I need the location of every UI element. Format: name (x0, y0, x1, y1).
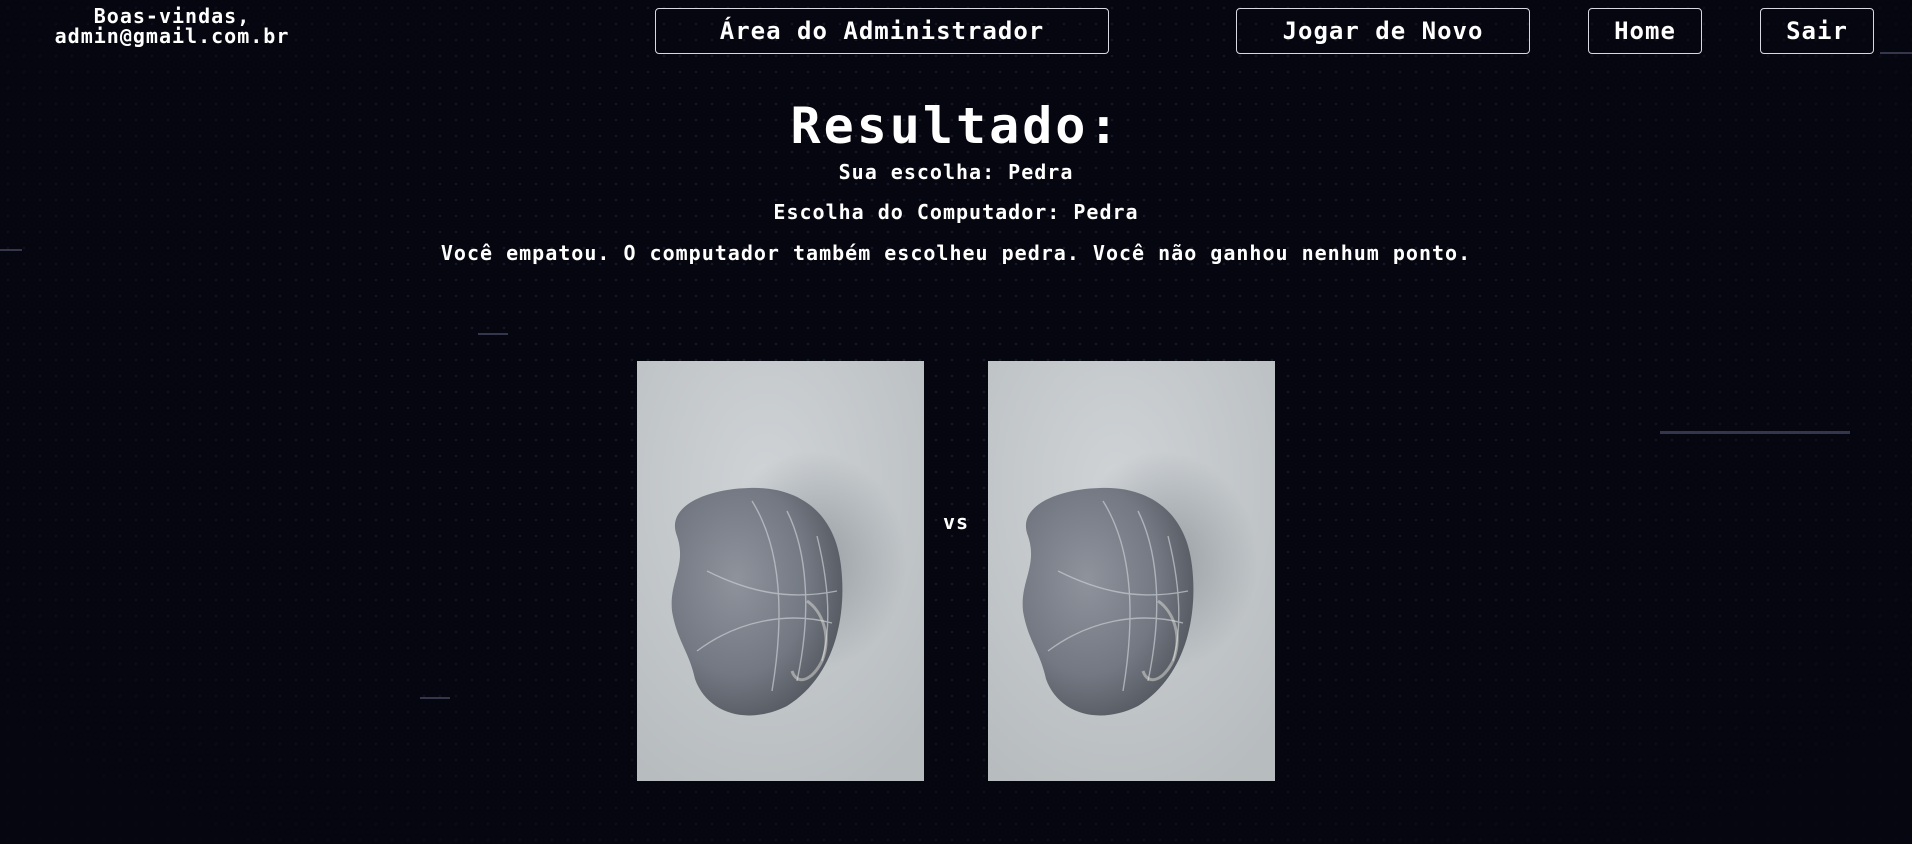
computer-choice-text: Escolha do Computador: Pedra (773, 200, 1139, 224)
play-again-button[interactable]: Jogar de Novo (1236, 8, 1530, 54)
background-glitch-line (420, 697, 450, 699)
versus-label: vs (942, 510, 970, 534)
admin-area-button[interactable]: Área do Administrador (655, 8, 1109, 54)
background-glitch-line (1660, 431, 1850, 434)
exit-button[interactable]: Sair (1760, 8, 1874, 54)
result-title: Resultado: (790, 97, 1122, 155)
stone-icon (637, 361, 924, 781)
result-message: Você empatou. O computador também escolh… (440, 241, 1472, 265)
welcome-message: Boas-vindas, admin@gmail.com.br (22, 6, 322, 46)
welcome-greeting: Boas-vindas, (93, 4, 251, 28)
welcome-email: admin@gmail.com.br (54, 24, 290, 48)
background-glitch-line (478, 333, 508, 335)
stone-icon (988, 361, 1275, 781)
player-choice-image (637, 361, 924, 781)
player-choice-text: Sua escolha: Pedra (838, 160, 1074, 184)
home-button[interactable]: Home (1588, 8, 1702, 54)
background-glitch-line (1880, 52, 1912, 54)
computer-choice-image (988, 361, 1275, 781)
